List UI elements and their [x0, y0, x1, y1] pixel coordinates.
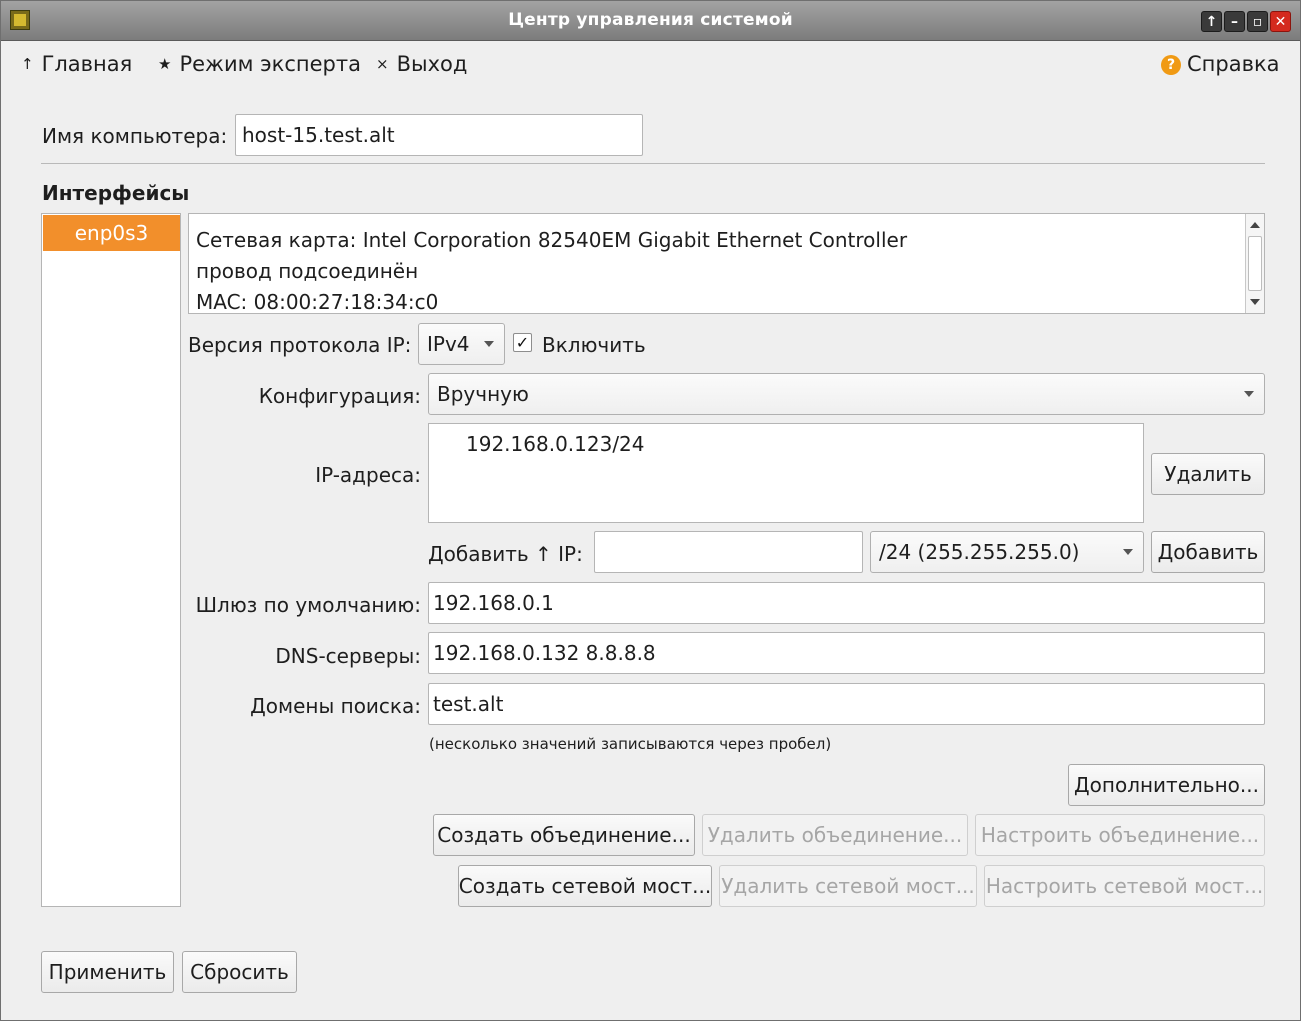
chevron-down-icon: [1123, 549, 1133, 555]
delete-bond-button[interactable]: Удалить объединение...: [702, 814, 968, 856]
config-select[interactable]: Вручную: [428, 373, 1265, 415]
chevron-down-icon: [484, 341, 494, 347]
restore-icon[interactable]: ▫: [1247, 11, 1268, 32]
enable-checkbox[interactable]: ✓: [513, 333, 532, 352]
interface-list[interactable]: enp0s3: [41, 213, 181, 907]
dns-label: DNS-серверы:: [275, 644, 421, 668]
advanced-button[interactable]: Дополнительно...: [1068, 764, 1265, 806]
menu-help[interactable]: ? Справка: [1161, 52, 1280, 77]
menu-home[interactable]: ↑ Главная: [21, 52, 132, 76]
chevron-down-icon: [1244, 391, 1254, 397]
minimize-icon[interactable]: –: [1224, 11, 1245, 32]
maximize-icon[interactable]: ↑: [1201, 11, 1222, 32]
netmask-select[interactable]: /24 (255.255.255.0): [870, 531, 1144, 573]
ip-address-list[interactable]: 192.168.0.123/24: [428, 423, 1144, 523]
close-small-icon: ×: [376, 55, 389, 73]
configure-bridge-button[interactable]: Настроить сетевой мост...: [984, 865, 1265, 907]
separator: [41, 163, 1265, 164]
netmask-value: /24 (255.255.255.0): [879, 540, 1080, 564]
hostname-label: Имя компьютера:: [42, 124, 228, 148]
protocol-value: IPv4: [427, 332, 470, 356]
protocol-label: Версия протокола IP:: [188, 333, 412, 357]
scroll-down-icon[interactable]: [1250, 299, 1260, 305]
protocol-select[interactable]: IPv4: [418, 323, 505, 365]
add-ip-label: Добавить ↑ IP:: [428, 542, 583, 566]
delete-bridge-button[interactable]: Удалить сетевой мост...: [719, 865, 977, 907]
search-domains-input[interactable]: test.alt: [428, 683, 1265, 725]
create-bridge-button[interactable]: Создать сетевой мост...: [458, 865, 712, 907]
menu-exit-label: Выход: [396, 52, 468, 76]
create-bond-button[interactable]: Создать объединение...: [433, 814, 695, 856]
ip-addresses-label: IP-адреса:: [315, 463, 421, 487]
add-ip-input[interactable]: [594, 531, 863, 573]
apply-button[interactable]: Применить: [41, 951, 174, 993]
menu-expert-label: Режим эксперта: [179, 52, 361, 76]
interface-item-enp0s3[interactable]: enp0s3: [43, 215, 180, 251]
menu-home-label: Главная: [41, 52, 133, 76]
dns-input[interactable]: 192.168.0.132 8.8.8.8: [428, 632, 1265, 674]
hint-text: (несколько значений записываются через п…: [429, 735, 832, 753]
reset-button[interactable]: Сбросить: [182, 951, 297, 993]
menu-expert-mode[interactable]: ★ Режим эксперта: [158, 52, 361, 76]
enable-label[interactable]: Включить: [542, 333, 646, 357]
scroll-up-icon[interactable]: [1250, 222, 1260, 228]
ip-address-item[interactable]: 192.168.0.123/24: [466, 432, 645, 456]
info-scrollbar[interactable]: [1245, 214, 1264, 313]
interface-info: Сетевая карта: Intel Corporation 82540EM…: [188, 213, 1265, 314]
main-window: Центр управления системой ↑ – ▫ ✕ ↑ Главн…: [0, 0, 1301, 1021]
config-label: Конфигурация:: [258, 384, 421, 408]
search-domains-label: Домены поиска:: [250, 694, 421, 718]
hostname-input[interactable]: host-15.test.alt: [235, 114, 643, 156]
mac-address-text: MAC: 08:00:27:18:34:c0: [196, 290, 439, 314]
interfaces-heading: Интерфейсы: [42, 181, 190, 205]
menu-help-label: Справка: [1187, 52, 1280, 76]
star-icon: ★: [158, 55, 172, 73]
help-icon: ?: [1161, 55, 1181, 75]
menu-exit[interactable]: × Выход: [376, 52, 467, 76]
window-title: Центр управления системой: [508, 10, 793, 30]
close-icon[interactable]: ✕: [1270, 11, 1291, 32]
configure-bond-button[interactable]: Настроить объединение...: [975, 814, 1265, 856]
link-status-text: провод подсоединён: [196, 259, 419, 283]
title-bar[interactable]: Центр управления системой ↑ – ▫ ✕: [1, 1, 1300, 41]
config-value: Вручную: [437, 382, 529, 406]
add-ip-button[interactable]: Добавить: [1151, 531, 1265, 573]
scroll-thumb[interactable]: [1248, 236, 1262, 291]
gateway-label: Шлюз по умолчанию:: [195, 593, 421, 617]
menu-bar: ↑ Главная ★ Режим эксперта × Выход ? Справка: [1, 42, 1300, 86]
delete-ip-button[interactable]: Удалить: [1151, 453, 1265, 495]
arrow-up-icon: ↑: [21, 55, 34, 73]
gateway-input[interactable]: 192.168.0.1: [428, 582, 1265, 624]
network-card-text: Сетевая карта: Intel Corporation 82540EM…: [196, 228, 908, 252]
